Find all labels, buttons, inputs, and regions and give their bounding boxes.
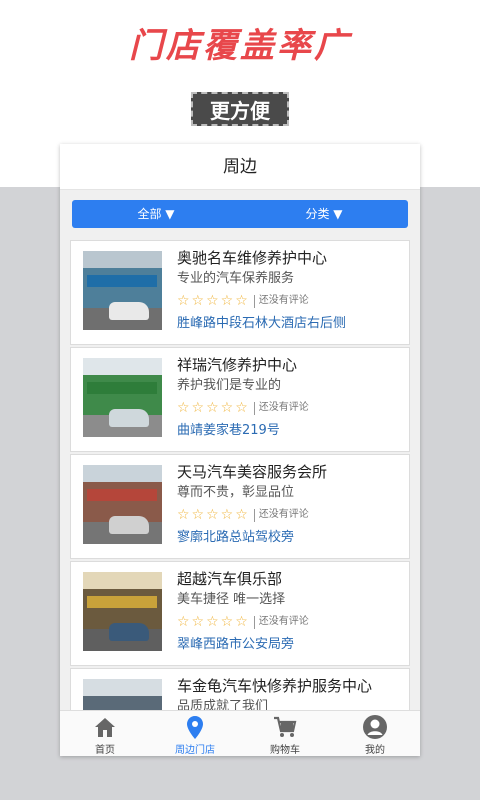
shop-list: 奥驰名车维修养护中心 专业的汽车保养服务 ☆☆☆☆☆ 还没有评论 胜峰路中段石林… [70, 240, 410, 756]
rating-row: ☆☆☆☆☆ 还没有评论 [177, 289, 405, 313]
shop-photo [83, 358, 162, 437]
rating-row: ☆☆☆☆☆ 还没有评论 [177, 396, 405, 420]
shop-photo [83, 465, 162, 544]
tab-mine[interactable]: 我的 [330, 711, 420, 756]
tab-label: 购物车 [270, 745, 300, 756]
tab-nearby-stores[interactable]: 周边门店 [150, 711, 240, 756]
shop-address-link[interactable]: 曲靖姜家巷219号 [177, 420, 405, 442]
review-status: 还没有评论 [258, 402, 309, 413]
shop-name: 奥驰名车维修养护中心 [177, 249, 328, 267]
filter-all-dropdown[interactable]: 全部 ▼ [72, 200, 240, 228]
rating-row: ☆☆☆☆☆ 还没有评论 [177, 610, 405, 634]
shop-card[interactable]: 奥驰名车维修养护中心 专业的汽车保养服务 ☆☆☆☆☆ 还没有评论 胜峰路中段石林… [70, 240, 410, 345]
page-title: 周边 [60, 144, 420, 190]
review-status: 还没有评论 [258, 616, 309, 627]
tab-home[interactable]: 首页 [60, 711, 150, 756]
star-rating-icon: ☆☆☆☆☆ [177, 293, 250, 309]
shop-photo [83, 572, 162, 651]
bottom-tab-bar: 首页 周边门店 购物车 我的 [60, 710, 420, 756]
shop-card[interactable]: 天马汽车美容服务会所 尊而不贵，彰显品位 ☆☆☆☆☆ 还没有评论 寥廓北路总站驾… [70, 454, 410, 559]
filter-category-dropdown[interactable]: 分类 ▼ [240, 200, 408, 228]
shop-description: 专业的汽车保养服务 [177, 271, 295, 286]
star-rating-icon: ☆☆☆☆☆ [177, 400, 250, 416]
shop-name: 超越汽车俱乐部 [177, 570, 283, 588]
phone-screen: 周边 全部 ▼ 分类 ▼ 奥驰名车维修养护中心 专业的汽车保养服务 ☆☆☆☆☆ … [60, 144, 420, 756]
shop-card[interactable]: 祥瑞汽修养护中心 养护我们是专业的 ☆☆☆☆☆ 还没有评论 曲靖姜家巷219号 [70, 347, 410, 452]
promo-title: 门店覆盖率广 [129, 26, 351, 66]
divider [253, 508, 255, 522]
divider [253, 615, 255, 629]
promo-badge: 更方便 [191, 92, 289, 126]
tab-cart[interactable]: 购物车 [240, 711, 330, 756]
rating-row: ☆☆☆☆☆ 还没有评论 [177, 503, 405, 527]
tab-label: 首页 [95, 745, 115, 756]
review-status: 还没有评论 [258, 295, 309, 306]
shop-description: 尊而不贵，彰显品位 [177, 485, 295, 500]
divider [253, 401, 255, 415]
shop-description: 养护我们是专业的 [177, 378, 282, 393]
shop-name: 天马汽车美容服务会所 [177, 463, 328, 481]
tab-label: 我的 [365, 745, 385, 756]
divider [253, 294, 255, 308]
location-pin-icon [187, 716, 203, 739]
cart-icon [274, 716, 297, 737]
shop-name: 祥瑞汽修养护中心 [177, 356, 298, 374]
review-status: 还没有评论 [258, 509, 309, 520]
star-rating-icon: ☆☆☆☆☆ [177, 614, 250, 630]
shop-photo [83, 251, 162, 330]
shop-name: 车金龟汽车快修养护服务中心 [177, 677, 373, 695]
user-icon [363, 715, 387, 739]
shop-address-link[interactable]: 寥廓北路总站驾校旁 [177, 527, 405, 549]
shop-description: 美车捷径 唯一选择 [177, 592, 286, 607]
shop-address-link[interactable]: 胜峰路中段石林大酒店右后侧 [177, 313, 405, 335]
home-icon [95, 718, 115, 737]
shop-card[interactable]: 超越汽车俱乐部 美车捷径 唯一选择 ☆☆☆☆☆ 还没有评论 翠峰西路市公安局旁 [70, 561, 410, 666]
shop-address-link[interactable]: 翠峰西路市公安局旁 [177, 634, 405, 656]
tab-label: 周边门店 [175, 745, 215, 756]
filter-bar: 全部 ▼ 分类 ▼ [72, 200, 408, 228]
star-rating-icon: ☆☆☆☆☆ [177, 507, 250, 523]
